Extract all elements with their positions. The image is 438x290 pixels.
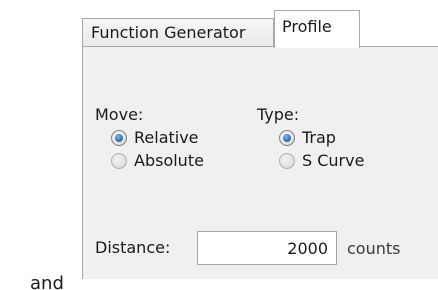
tab-profile-label: Profile	[282, 17, 332, 36]
type-option-trap[interactable]: Trap	[279, 127, 336, 149]
radio-selected-icon[interactable]	[111, 130, 127, 146]
tab-function-generator[interactable]: Function Generator	[82, 18, 274, 46]
move-option-absolute-label: Absolute	[134, 151, 204, 170]
distance-unit-label: counts	[347, 239, 401, 258]
move-label: Move:	[95, 105, 144, 124]
move-option-relative[interactable]: Relative	[111, 127, 199, 149]
distance-label: Distance:	[95, 238, 171, 257]
type-option-s-curve-label: S Curve	[302, 151, 365, 170]
radio-selected-icon[interactable]	[279, 130, 295, 146]
move-option-absolute[interactable]: Absolute	[111, 150, 204, 172]
distance-input[interactable]	[197, 231, 337, 265]
type-label: Type:	[257, 105, 300, 124]
tab-profile[interactable]: Profile	[274, 10, 360, 48]
radio-unselected-icon[interactable]	[111, 153, 127, 169]
move-option-relative-label: Relative	[134, 128, 199, 147]
radio-unselected-icon[interactable]	[279, 153, 295, 169]
type-option-trap-label: Trap	[302, 128, 336, 147]
profile-panel: Move: Type: Relative Absolute Trap S Cur…	[82, 46, 438, 279]
tab-function-generator-label: Function Generator	[91, 23, 246, 42]
type-option-s-curve[interactable]: S Curve	[279, 150, 364, 172]
screenshot-stage: Function Generator Profile Move: Type: R…	[0, 0, 438, 290]
footer-text: and	[30, 273, 64, 290]
